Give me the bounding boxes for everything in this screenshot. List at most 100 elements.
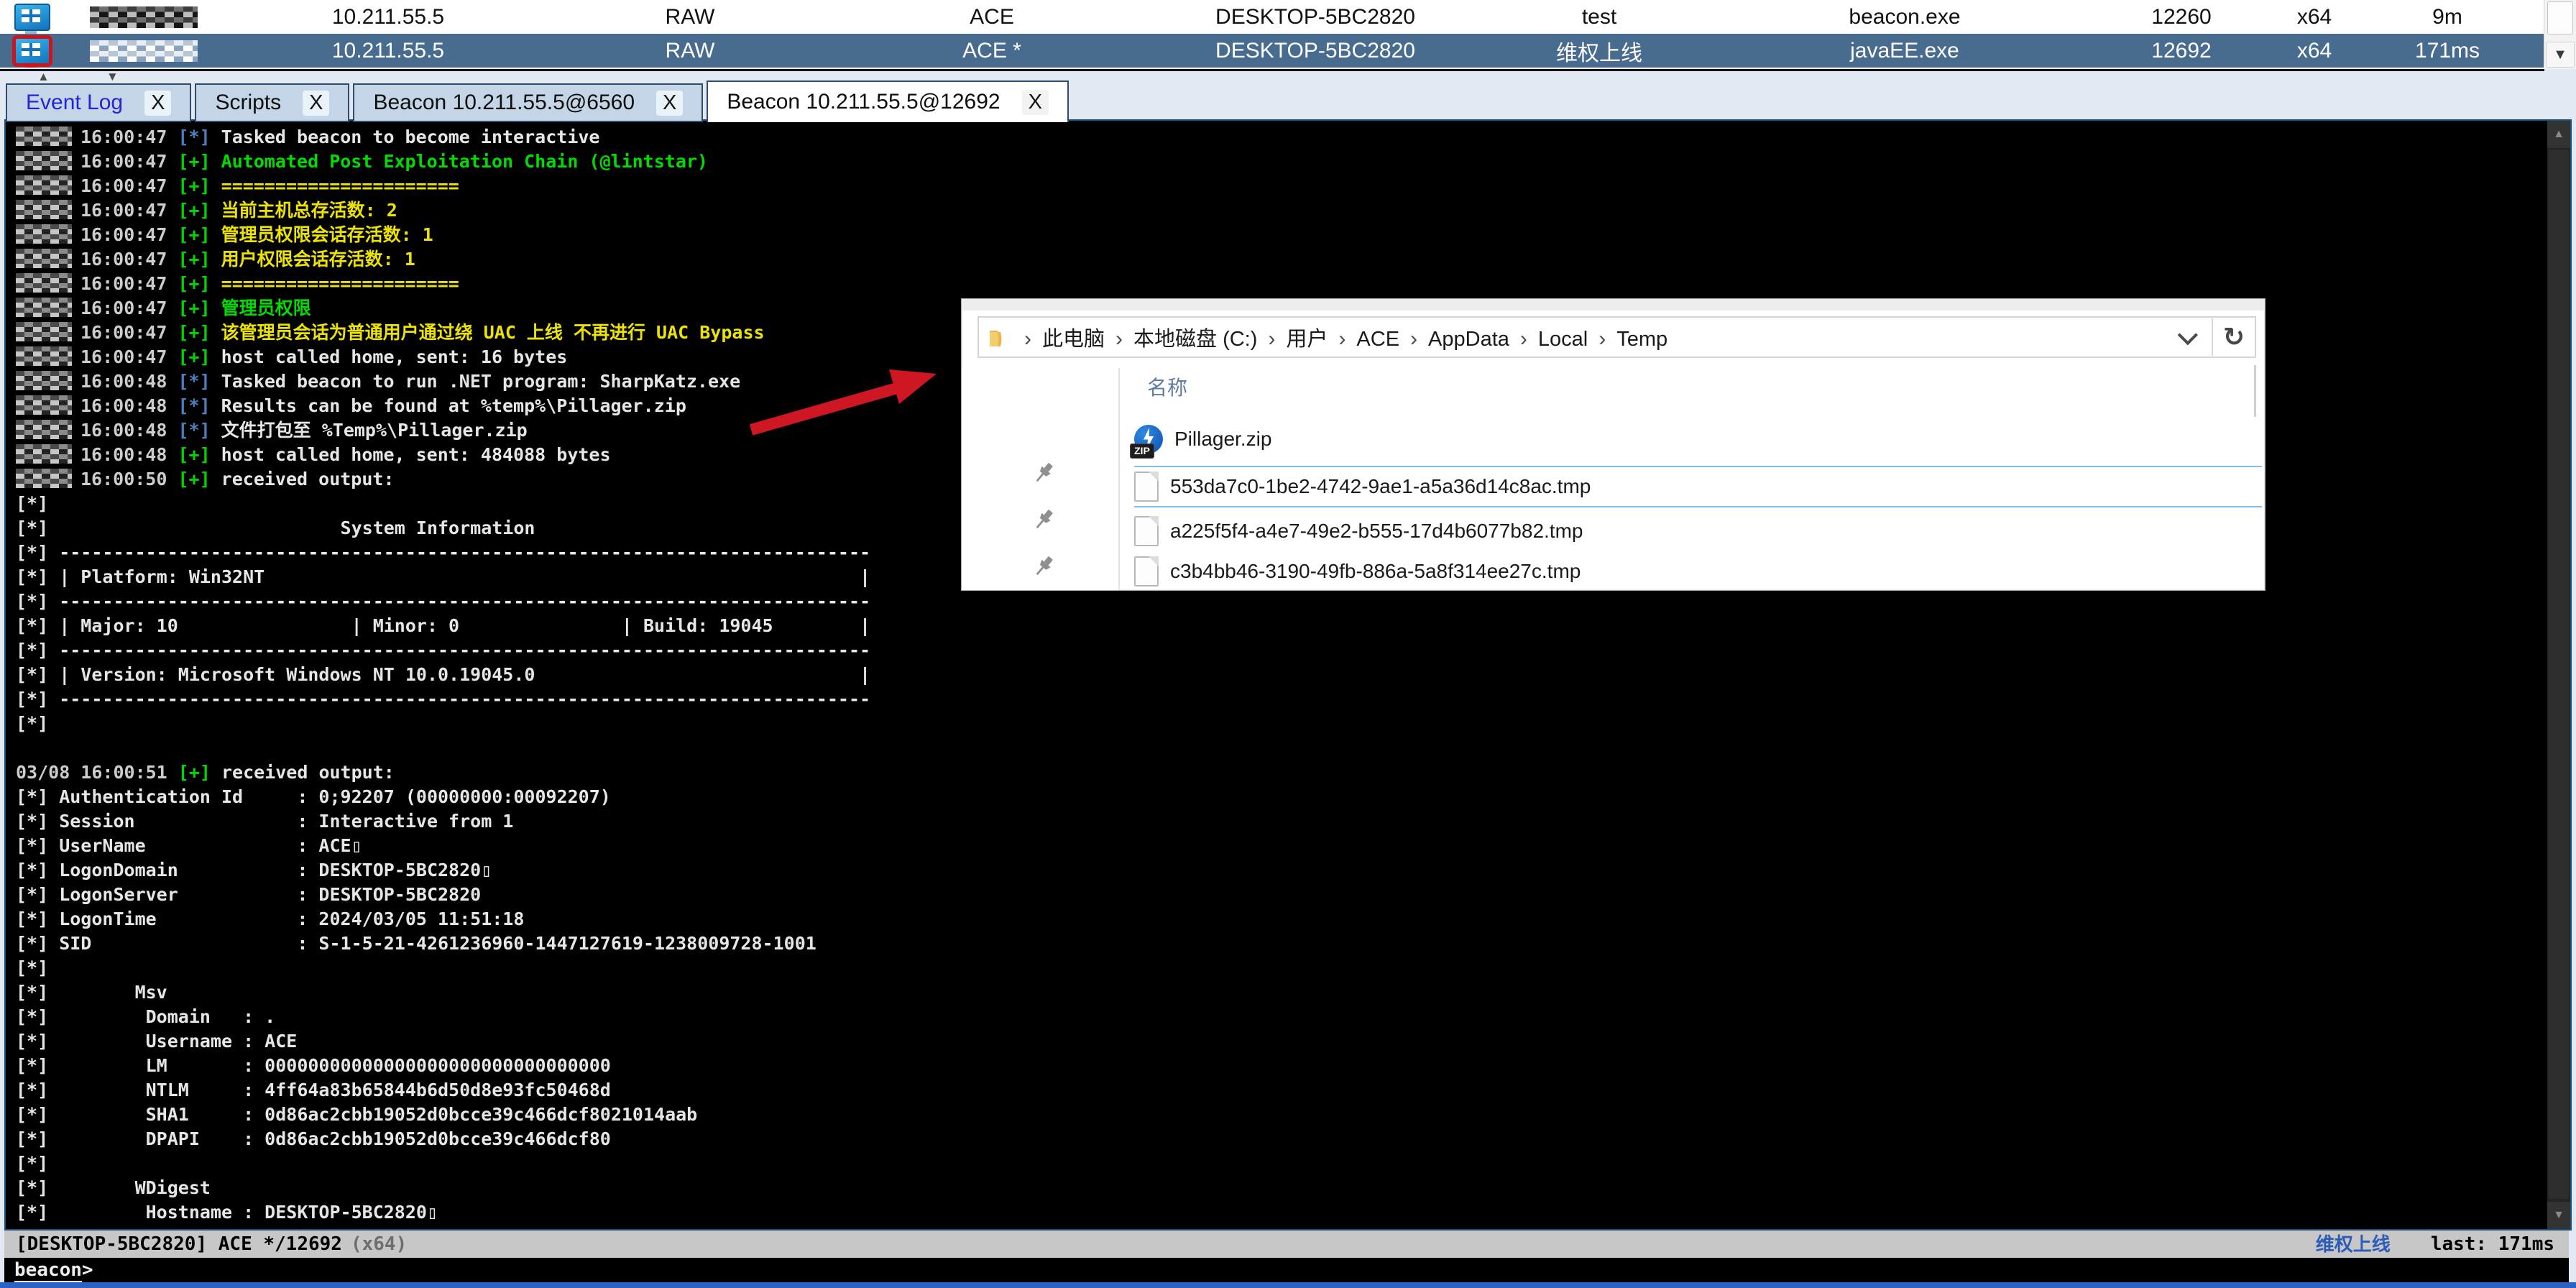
refresh-icon[interactable]: ↻	[2223, 322, 2245, 352]
cell-arch: x64	[2278, 0, 2350, 34]
breadcrumb-item[interactable]: 用户	[1286, 328, 1328, 351]
console-tag: [+]	[178, 469, 210, 489]
file-row[interactable]: c3b4bb46-3190-49fb-886a-5a8f314ee27c.tmp	[1134, 552, 2262, 591]
breadcrumb-item[interactable]: 此电脑	[1042, 328, 1105, 351]
window-bottom-edge	[0, 1282, 2576, 1288]
tab-scripts[interactable]: Scripts X	[195, 83, 349, 122]
console-line: [*] Domain : .	[16, 1005, 2542, 1029]
redacted-date-mosaic	[16, 249, 72, 268]
breadcrumb-chevron-icon: ›	[1116, 327, 1123, 351]
tab-label: Scripts	[215, 91, 281, 115]
tab-beacon-10-211-55-5-6560[interactable]: Beacon 10.211.55.5@6560X	[353, 83, 703, 122]
console-text: [*]	[16, 1153, 48, 1174]
session-table-scrollbar[interactable]: ▼	[2544, 0, 2576, 69]
tab-close-icon[interactable]: X	[144, 91, 171, 116]
console-text: 该管理员会话为普通用户通过绕 UAC 上线 不再进行 UAC Bypass	[211, 322, 765, 343]
tmp-file-icon	[1134, 556, 1159, 586]
console-timestamp: 16:00:48	[80, 371, 178, 392]
zip-archive-icon	[1134, 425, 1163, 454]
console-tag: [+]	[178, 151, 210, 172]
console-text: [*] Username : ACE	[16, 1031, 297, 1052]
file-row[interactable]: Pillager.zip	[1134, 420, 2262, 459]
console-timestamp: 16:00:47	[80, 346, 178, 367]
status-arch-label: (x64)	[351, 1230, 407, 1258]
file-explorer-window: ›此电脑›本地磁盘 (C:)›用户›ACE›AppData›Local›Temp…	[961, 298, 2266, 591]
beacon-console[interactable]: 16:00:47 [*] Tasked beacon to become int…	[4, 119, 2572, 1230]
cell-last: 171ms	[2350, 34, 2544, 68]
redacted-date-mosaic	[16, 273, 72, 293]
command-input-line[interactable]: beacon>	[4, 1258, 2569, 1282]
console-scrollbar[interactable]: ▲ ▼	[2547, 121, 2570, 1229]
redacted-date-mosaic	[16, 126, 72, 146]
address-dropdown-chevron-icon[interactable]	[2178, 325, 2198, 345]
session-table-row[interactable]: 10.211.55.5RAWACE *DESKTOP-5BC2820维权上线ja…	[0, 34, 2544, 68]
cell-user: ACE *	[827, 34, 1157, 68]
console-text: Tasked beacon to run .NET program: Sharp…	[211, 371, 741, 392]
prompt-caret: >	[82, 1259, 93, 1281]
breadcrumb-item[interactable]: Local	[1538, 328, 1588, 351]
tab-bar: Event LogXScriptsXBeacon 10.211.55.5@656…	[6, 80, 1069, 122]
navigation-pane-sliver	[962, 368, 1120, 590]
prompt-label: beacon	[14, 1259, 82, 1283]
console-tag: [+]	[178, 200, 210, 221]
file-row[interactable]: 553da7c0-1be2-4742-9ae1-a5a36d14c8ac.tmp	[1134, 466, 2262, 507]
column-header-name[interactable]: 名称	[1147, 372, 1187, 401]
session-table-row[interactable]: 10.211.55.5RAWACEDESKTOP-5BC2820testbeac…	[0, 0, 2544, 34]
console-timestamp: 16:00:48	[80, 444, 178, 465]
tab-close-icon[interactable]: X	[1022, 90, 1049, 115]
tab-beacon-10-211-55-5-12692[interactable]: Beacon 10.211.55.5@12692 X	[707, 80, 1069, 122]
console-line: [*] LogonDomain : DESKTOP-5BC2820▯	[16, 858, 2542, 883]
breadcrumb-item[interactable]: ACE	[1356, 328, 1399, 351]
tab-label: Beacon 10.211.55.5@12692	[727, 90, 1000, 114]
console-tag: [+]	[178, 762, 211, 783]
file-row[interactable]: a225f5f4-a4e7-49e2-b555-17d4b6077b82.tmp	[1134, 512, 2262, 551]
console-scroll-up-icon[interactable]: ▲	[2547, 121, 2570, 148]
console-scroll-down-icon[interactable]: ▼	[2547, 1202, 2570, 1229]
console-text: received output:	[211, 469, 395, 489]
breadcrumb-chevron-icon: ›	[1024, 327, 1031, 351]
console-tag: [*]	[178, 420, 210, 441]
console-line: [*] Hostname : DESKTOP-5BC2820▯	[16, 1200, 2542, 1225]
console-text: [*] LogonDomain : DESKTOP-5BC2820▯	[16, 860, 492, 880]
console-line: 16:00:47 [+] 用户权限会话存活数: 1	[16, 247, 2542, 272]
breadcrumb: ›此电脑›本地磁盘 (C:)›用户›ACE›AppData›Local›Temp	[1013, 322, 1668, 352]
scrollbar-down-button[interactable]: ▼	[2546, 42, 2575, 68]
breadcrumb-chevron-icon: ›	[1520, 327, 1527, 351]
console-line: [*] | Major: 10 | Minor: 0 | Build: 1904…	[16, 614, 2542, 638]
console-tag: [+]	[178, 224, 210, 245]
status-bar: [DESKTOP-5BC2820] ACE */12692 (x64) 维权上线…	[4, 1230, 2569, 1258]
cell-internal: 10.211.55.5	[223, 0, 553, 34]
console-text: received output:	[211, 762, 395, 783]
console-text: ======================	[211, 175, 459, 196]
cell-internal: 10.211.55.5	[223, 34, 553, 68]
console-text: [*] | Version: Microsoft Windows NT 10.0…	[16, 664, 870, 685]
redacted-date-mosaic	[16, 444, 72, 464]
pushpin-icon[interactable]	[1034, 555, 1055, 583]
console-scrollbar-thumb[interactable]	[2549, 150, 2569, 1199]
tab-event-log[interactable]: Event LogX	[6, 83, 191, 122]
tab-close-icon[interactable]: X	[303, 91, 329, 116]
console-timestamp: 16:00:47	[80, 273, 178, 294]
redacted-date-mosaic	[16, 151, 72, 170]
console-line: 16:00:47 [+] ======================	[16, 174, 2542, 198]
redacted-date-mosaic	[16, 224, 72, 244]
scrollbar-thumb[interactable]	[2547, 1, 2573, 34]
file-name: c3b4bb46-3190-49fb-886a-5a8f314ee27c.tmp	[1170, 560, 1581, 583]
breadcrumb-item[interactable]: 本地磁盘 (C:)	[1133, 328, 1257, 351]
console-timestamp: 16:00:48	[80, 395, 178, 416]
breadcrumb-chevron-icon: ›	[1410, 327, 1417, 351]
console-text: Results can be found at %temp%\Pillager.…	[211, 395, 686, 416]
tab-close-icon[interactable]: X	[656, 91, 683, 116]
console-text: [*] DPAPI : 0d86ac2cbb19052d0bcce39c466d…	[16, 1128, 611, 1149]
console-tag: [+]	[178, 273, 210, 294]
breadcrumb-item[interactable]: AppData	[1428, 328, 1509, 351]
pushpin-icon[interactable]	[1034, 508, 1055, 536]
console-tag: [+]	[178, 249, 210, 270]
explorer-address-bar[interactable]: ›此电脑›本地磁盘 (C:)›用户›ACE›AppData›Local›Temp…	[978, 316, 2256, 358]
console-line: [*]	[16, 712, 2542, 736]
cell-last: 9m	[2350, 0, 2544, 34]
pushpin-icon[interactable]	[1034, 461, 1055, 489]
redacted-date-mosaic	[16, 322, 72, 341]
console-line: [*] Username : ACE	[16, 1029, 2542, 1054]
breadcrumb-item[interactable]: Temp	[1616, 328, 1668, 351]
